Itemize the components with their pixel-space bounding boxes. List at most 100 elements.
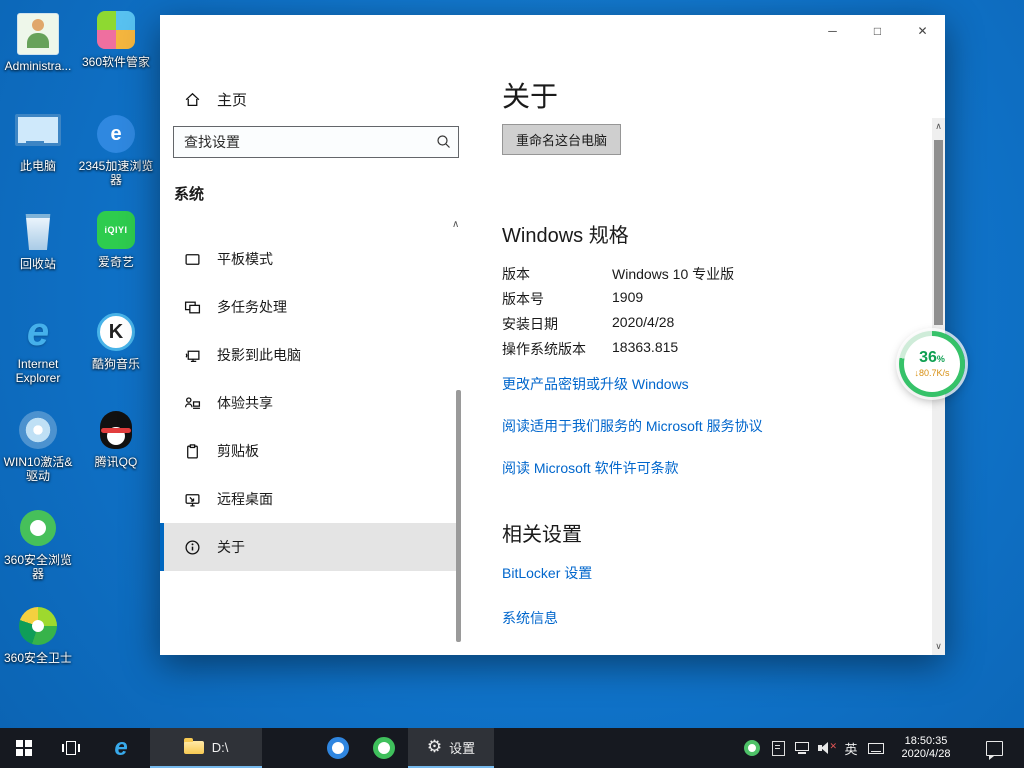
taskbar: e D:\ ⚙ 设置 — [0, 728, 1024, 768]
desktop-icon-2345-browser[interactable]: e 2345加速浏览器 — [78, 112, 154, 187]
sidebar-item-multitasking[interactable]: 多任务处理 — [160, 283, 460, 331]
sidebar-item-label: 平板模式 — [217, 249, 273, 269]
projecting-icon — [184, 347, 201, 364]
multitask-icon — [184, 299, 201, 316]
settings-window: ← 设置 ─ □ ✕ 主页 系统 — [160, 15, 945, 655]
search-input[interactable] — [173, 126, 459, 158]
2345-browser-icon: e — [78, 112, 154, 156]
float-ball-percent: 36% — [904, 349, 960, 368]
network-icon — [795, 742, 809, 754]
taskbar-2345-browser-button[interactable] — [316, 728, 360, 768]
gear-icon: ⚙ — [427, 737, 442, 757]
sidebar-item-label: 投影到此电脑 — [217, 345, 301, 365]
spec-row: 版本号 1909 — [502, 289, 922, 314]
settings-label: 设置 — [449, 738, 475, 757]
tray-network-icon[interactable] — [790, 728, 814, 768]
language-indicator[interactable]: 英 — [840, 728, 862, 768]
kugou-music-icon: K — [78, 310, 154, 354]
info-icon — [184, 539, 201, 556]
sidebar-item-tablet-mode[interactable]: 平板模式 — [160, 235, 460, 283]
sidebar-item-shared-experiences[interactable]: 体验共享 — [160, 379, 460, 427]
taskbar-settings-button[interactable]: ⚙ 设置 — [408, 728, 494, 768]
float-ball-inner: 36% ↓80.7K/s — [904, 336, 960, 392]
window-controls: ─ □ ✕ — [810, 15, 945, 47]
sidebar-item-remote-desktop[interactable]: 远程桌面 — [160, 475, 460, 523]
desktop-icon-label: 360软件管家 — [78, 55, 154, 69]
spec-label: 版本 — [502, 264, 612, 289]
rename-pc-button[interactable]: 重命名这台电脑 — [502, 124, 621, 155]
desktop-icon-win10-activate[interactable]: WIN10激活&驱动 — [0, 408, 76, 483]
desktop-icon-label: 此电脑 — [0, 159, 76, 173]
mute-x-icon: ✕ — [829, 741, 837, 752]
clock[interactable]: 18:50:35 2020/4/28 — [888, 728, 964, 768]
sidebar-item-clipboard[interactable]: 剪贴板 — [160, 427, 460, 475]
desktop-icon-label: Administra... — [0, 59, 76, 73]
change-product-key-link[interactable]: 更改产品密钥或升级 Windows — [502, 374, 922, 394]
desktop-icon-qq[interactable]: 腾讯QQ — [78, 408, 154, 469]
scrollbar-thumb[interactable] — [934, 140, 943, 325]
tray-volume-button[interactable]: ✕ — [814, 728, 840, 768]
start-button[interactable] — [0, 728, 48, 768]
license-terms-link[interactable]: 阅读 Microsoft 软件许可条款 — [502, 458, 922, 478]
sidebar-item-home[interactable]: 主页 — [160, 81, 460, 117]
sidebar-item-label: 体验共享 — [217, 393, 273, 413]
desktop-icon-label: 爱奇艺 — [78, 255, 154, 269]
task-view-icon — [62, 741, 80, 755]
sidebar-item-projecting[interactable]: 投影到此电脑 — [160, 331, 460, 379]
desktop-icon-administrator[interactable]: Administra... — [0, 12, 76, 73]
bitlocker-settings-link[interactable]: BitLocker 设置 — [502, 563, 922, 583]
desktop-icon-360-software-manager[interactable]: 360软件管家 — [78, 8, 154, 69]
tray-document-icon[interactable] — [766, 728, 790, 768]
sidebar-scrollbar[interactable] — [456, 390, 461, 642]
desktop-icon-internet-explorer[interactable]: e Internet Explorer — [0, 310, 76, 385]
selected-accent — [160, 523, 164, 571]
spec-row: 操作系统版本 18363.815 — [502, 339, 922, 364]
related-settings-heading: 相关设置 — [502, 518, 922, 547]
sidebar-item-label: 远程桌面 — [217, 489, 273, 509]
scroll-up-icon[interactable]: ∧ — [932, 121, 945, 132]
sidebar-scroll-up-icon[interactable]: ∧ — [452, 219, 459, 230]
spec-value: 18363.815 — [612, 339, 678, 364]
sidebar-item-label: 多任务处理 — [217, 297, 287, 317]
keyboard-icon — [868, 743, 884, 754]
desktop-icon-label: 360安全浏览器 — [0, 553, 76, 581]
spec-table: 版本 Windows 10 专业版 版本号 1909 安装日期 2020/4/2… — [502, 264, 922, 364]
scroll-down-icon[interactable]: ∨ — [932, 641, 945, 652]
action-center-button[interactable] — [974, 728, 1014, 768]
document-icon — [772, 741, 785, 756]
minimize-button[interactable]: ─ — [810, 15, 855, 47]
close-button[interactable]: ✕ — [900, 15, 945, 47]
desktop-icon-iqiyi[interactable]: iQIYI 爱奇艺 — [78, 208, 154, 269]
touch-keyboard-button[interactable] — [864, 728, 888, 768]
sidebar-home-label: 主页 — [217, 89, 247, 110]
tablet-icon — [184, 251, 201, 268]
taskbar-360-browser-button[interactable] — [362, 728, 406, 768]
sidebar-item-about[interactable]: 关于 — [160, 523, 460, 571]
settings-search — [173, 126, 459, 158]
spec-label: 版本号 — [502, 289, 612, 314]
task-view-button[interactable] — [48, 728, 94, 768]
360-safe-shield-icon — [0, 604, 76, 648]
action-center-icon — [986, 741, 1003, 756]
taskbar-explorer-button[interactable]: D:\ — [150, 728, 262, 768]
services-agreement-link[interactable]: 阅读适用于我们服务的 Microsoft 服务协议 — [502, 416, 922, 436]
explorer-label: D:\ — [212, 740, 229, 755]
360-software-manager-icon — [78, 8, 154, 52]
desktop-icon-360-safe[interactable]: 360安全卫士 — [0, 604, 76, 665]
sidebar-items: 平板模式 多任务处理 投影到此电脑 体验共享 剪贴板 — [160, 235, 460, 571]
recycle-bin-icon — [0, 210, 76, 254]
desktop-icon-kugou[interactable]: K 酷狗音乐 — [78, 310, 154, 371]
home-icon — [184, 91, 201, 108]
desktop-icon-360-browser[interactable]: 360安全浏览器 — [0, 506, 76, 581]
desktop-icon-label: 酷狗音乐 — [78, 357, 154, 371]
taskbar-ie-button[interactable]: e — [98, 728, 144, 768]
spec-row: 安装日期 2020/4/28 — [502, 314, 922, 339]
maximize-button[interactable]: □ — [855, 15, 900, 47]
remote-desktop-icon — [184, 491, 201, 508]
desktop-icon-this-pc[interactable]: 此电脑 — [0, 112, 76, 173]
360-float-ball[interactable]: 36% ↓80.7K/s — [899, 331, 965, 397]
desktop-icon-recycle-bin[interactable]: 回收站 — [0, 210, 76, 271]
360-browser-icon — [0, 506, 76, 550]
system-info-link[interactable]: 系统信息 — [502, 608, 922, 628]
tray-360-icon[interactable] — [740, 728, 764, 768]
